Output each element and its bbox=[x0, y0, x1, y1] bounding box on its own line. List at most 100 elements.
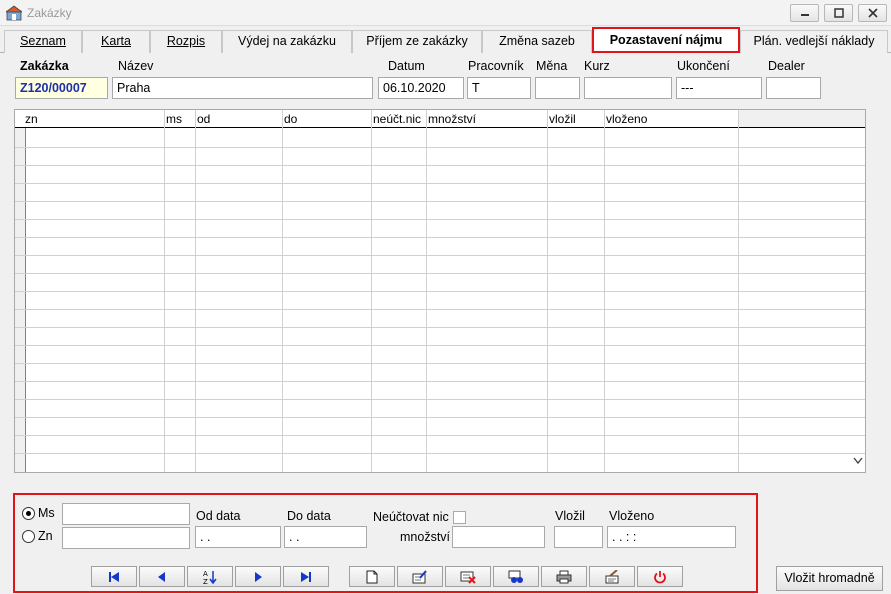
previous-record-button[interactable] bbox=[139, 566, 185, 587]
column-header-od[interactable]: od bbox=[197, 112, 210, 126]
tab-label: Příjem ze zakázky bbox=[366, 34, 468, 48]
tab-karta[interactable]: Karta bbox=[82, 30, 150, 53]
maximize-button[interactable] bbox=[824, 4, 853, 22]
settings-button[interactable] bbox=[589, 566, 635, 587]
neuctovat-label: Neúčtovat nic bbox=[373, 510, 449, 524]
new-record-button[interactable] bbox=[349, 566, 395, 587]
delete-icon bbox=[460, 571, 476, 584]
tab-plan-vedlejsi-naklady[interactable]: Plán. vedlejší náklady bbox=[740, 30, 888, 53]
row-indicator-column[interactable] bbox=[15, 128, 26, 472]
zakazka-field[interactable]: Z120/00007 bbox=[15, 77, 108, 99]
datum-field[interactable]: 06.10.2020 bbox=[378, 77, 464, 99]
tab-label: Změna sazeb bbox=[499, 34, 575, 48]
row-divider bbox=[15, 363, 865, 364]
power-icon bbox=[654, 570, 666, 583]
row-divider bbox=[15, 219, 865, 220]
dealer-field[interactable] bbox=[766, 77, 821, 99]
prev-icon bbox=[158, 571, 165, 582]
first-record-button[interactable] bbox=[91, 566, 137, 587]
row-divider bbox=[15, 345, 865, 346]
find-icon bbox=[508, 570, 523, 583]
row-divider bbox=[15, 273, 865, 274]
nazev-label: Název bbox=[118, 59, 154, 73]
do-data-label: Do data bbox=[287, 509, 331, 523]
row-divider bbox=[15, 183, 865, 184]
tab-label: Výdej na zakázku bbox=[238, 34, 336, 48]
tab-label: Pozastavení nájmu bbox=[609, 33, 723, 47]
maximize-icon bbox=[834, 8, 844, 18]
vlozeno-field[interactable]: . . : : bbox=[607, 526, 736, 548]
bulk-insert-button[interactable]: Vložit hromadně bbox=[776, 566, 883, 591]
tab-prijem[interactable]: Příjem ze zakázky bbox=[352, 30, 482, 53]
last-icon bbox=[301, 571, 311, 582]
scroll-down-icon[interactable] bbox=[852, 454, 864, 468]
tab-zmena-sazeb[interactable]: Změna sazeb bbox=[482, 30, 592, 53]
kurz-label: Kurz bbox=[584, 59, 610, 73]
row-divider bbox=[15, 165, 865, 166]
row-divider bbox=[15, 201, 865, 202]
edit-record-button[interactable] bbox=[397, 566, 443, 587]
tab-label: Seznam bbox=[20, 34, 66, 48]
row-divider bbox=[15, 435, 865, 436]
mnozstvi-label: množství bbox=[400, 530, 451, 544]
tab-rozpis[interactable]: Rozpis bbox=[150, 30, 222, 53]
od-data-field[interactable]: . . bbox=[195, 526, 281, 548]
sort-button[interactable]: A Z bbox=[187, 566, 233, 587]
mena-field[interactable] bbox=[535, 77, 580, 99]
neuctovat-checkbox[interactable] bbox=[453, 511, 466, 524]
last-record-button[interactable] bbox=[283, 566, 329, 587]
radio-zn-label: Zn bbox=[38, 529, 53, 543]
svg-text:Z: Z bbox=[203, 578, 208, 585]
app-icon bbox=[6, 5, 22, 21]
data-grid[interactable]: zn ms od do neúčt.nic množství vložil vl… bbox=[14, 109, 866, 473]
tab-bar: Seznam Karta Rozpis Výdej na zakázku Pří… bbox=[0, 27, 891, 53]
close-button[interactable] bbox=[858, 4, 887, 22]
kurz-field[interactable] bbox=[584, 77, 672, 99]
column-header-vlozil[interactable]: vložil bbox=[549, 112, 576, 126]
minimize-icon bbox=[801, 14, 809, 16]
column-header-mnozstvi[interactable]: množství bbox=[428, 112, 476, 126]
ukonceni-field[interactable]: --- bbox=[676, 77, 762, 99]
ms-field[interactable] bbox=[62, 503, 190, 525]
od-data-label: Od data bbox=[196, 509, 241, 523]
print-button[interactable] bbox=[541, 566, 587, 587]
vlozil-field[interactable] bbox=[554, 526, 603, 548]
find-button[interactable] bbox=[493, 566, 539, 587]
next-icon bbox=[255, 571, 262, 582]
datum-label: Datum bbox=[388, 59, 425, 73]
vlozil-label: Vložil bbox=[555, 509, 585, 523]
minimize-button[interactable] bbox=[790, 4, 819, 22]
dealer-label: Dealer bbox=[768, 59, 805, 73]
tab-label: Plán. vedlejší náklady bbox=[753, 34, 875, 48]
row-divider bbox=[15, 237, 865, 238]
do-data-field[interactable]: . . bbox=[284, 526, 367, 548]
exit-button[interactable] bbox=[637, 566, 683, 587]
radio-zn[interactable] bbox=[22, 530, 35, 543]
title-bar: Zakázky bbox=[0, 0, 891, 26]
column-header-zn[interactable]: zn bbox=[25, 112, 38, 126]
tab-vydej[interactable]: Výdej na zakázku bbox=[222, 30, 352, 53]
nazev-field[interactable]: Praha bbox=[112, 77, 373, 99]
tab-label: Rozpis bbox=[166, 34, 206, 48]
close-icon bbox=[868, 8, 878, 18]
column-header-do[interactable]: do bbox=[284, 112, 297, 126]
radio-ms[interactable] bbox=[22, 507, 35, 520]
next-record-button[interactable] bbox=[235, 566, 281, 587]
settings-icon bbox=[605, 569, 619, 583]
row-divider bbox=[15, 399, 865, 400]
zakazka-label: Zakázka bbox=[20, 59, 69, 73]
row-divider bbox=[15, 417, 865, 418]
tab-pozastaveni-najmu[interactable]: Pozastavení nájmu bbox=[592, 27, 740, 53]
first-icon bbox=[109, 571, 119, 582]
row-divider bbox=[15, 453, 865, 454]
pracovnik-field[interactable]: T bbox=[467, 77, 531, 99]
column-header-vlozeno[interactable]: vloženo bbox=[606, 112, 647, 126]
column-header-ms[interactable]: ms bbox=[166, 112, 182, 126]
mnozstvi-field[interactable] bbox=[452, 526, 545, 548]
tab-label: Karta bbox=[101, 34, 131, 48]
tab-seznam[interactable]: Seznam bbox=[4, 30, 82, 53]
zn-field[interactable] bbox=[62, 527, 190, 549]
delete-record-button[interactable] bbox=[445, 566, 491, 587]
print-icon bbox=[556, 570, 572, 583]
column-header-neuct-nic[interactable]: neúčt.nic bbox=[373, 112, 421, 126]
